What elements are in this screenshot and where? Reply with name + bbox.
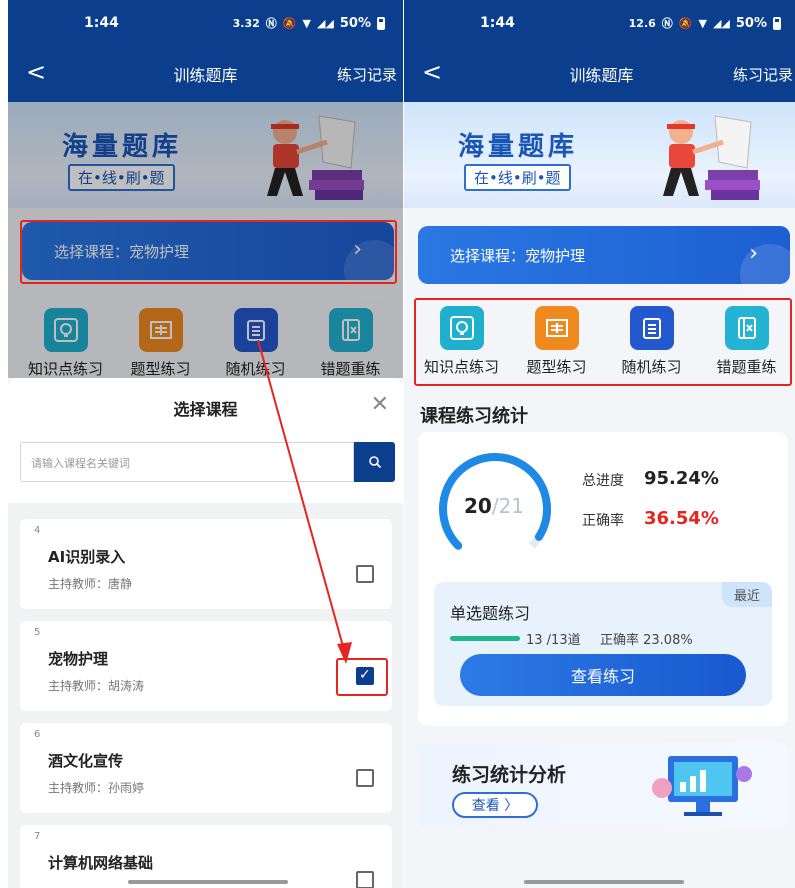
- chevron-left-icon[interactable]: <: [422, 58, 442, 86]
- course-checkbox[interactable]: [356, 565, 374, 583]
- course-teacher: 主持教师：胡涛涛: [48, 679, 145, 693]
- silent-icon: 🔕: [282, 16, 297, 30]
- recent-title: 单选题练习: [450, 604, 531, 623]
- course-name: 酒文化宣传: [48, 752, 124, 770]
- network-speed: 12.6: [628, 16, 656, 30]
- course-name: 宠物护理: [48, 650, 109, 668]
- recent-progress-bar: [450, 636, 520, 641]
- course-index: 5: [34, 627, 41, 638]
- banner: 海量题库 在•线•刷•题: [404, 102, 795, 208]
- course-checkbox[interactable]: [356, 769, 374, 787]
- status-icons: 3.32 Ⓝ 🔕 ▼ ◢◢ 50%: [233, 15, 385, 31]
- progress-value: 95.24%: [644, 468, 719, 489]
- course-name: AI识别录入: [48, 548, 126, 566]
- wifi-icon: ▼: [698, 16, 707, 30]
- highlight-box-practice-modes: [414, 298, 792, 386]
- nfc-icon: Ⓝ: [265, 17, 277, 30]
- home-indicator: [524, 880, 684, 884]
- banner-tagline: 在•线•刷•题: [464, 164, 571, 191]
- highlight-box-course-bar: [20, 220, 397, 284]
- banner-headline: 海量题库: [458, 132, 579, 162]
- page-title: 训练题库: [569, 66, 634, 85]
- nav-bar: < 训练题库 练习记录: [8, 46, 403, 102]
- done-count: 20: [464, 494, 492, 518]
- search-icon: [368, 456, 381, 469]
- practice-record-link[interactable]: 练习记录: [337, 64, 397, 85]
- student-illustration: [663, 115, 760, 200]
- recent-accuracy: 正确率 23.08%: [600, 633, 693, 648]
- status-time: 1:44: [84, 15, 119, 31]
- accuracy-value: 36.54%: [644, 508, 719, 529]
- battery-icon: [773, 16, 781, 30]
- signal-icon: ◢◢: [316, 16, 334, 30]
- highlight-box-checkbox: [336, 658, 388, 696]
- course-name: 计算机网络基础: [48, 854, 154, 872]
- course-item[interactable]: 7 计算机网络基础: [20, 825, 392, 888]
- analysis-title: 练习统计分析: [452, 764, 567, 786]
- course-selector-label: 选择课程：宠物护理: [450, 246, 586, 265]
- battery-percent: 50%: [735, 15, 767, 31]
- stats-card: 20/21 总进度 95.24% 正确率 36.54% 最近 单选题练习 13 …: [418, 432, 788, 726]
- battery-icon: [377, 16, 385, 30]
- silent-icon: 🔕: [678, 16, 693, 30]
- search-button[interactable]: [354, 442, 395, 482]
- analytics-illustration: [652, 756, 752, 816]
- wifi-icon: ▼: [302, 16, 311, 30]
- status-bar: 1:44 12.6 Ⓝ 🔕 ▼ ◢◢ 50%: [404, 0, 795, 46]
- home-indicator: [128, 880, 288, 884]
- decor-bubble: [740, 244, 795, 304]
- view-practice-button[interactable]: 查看练习: [460, 654, 746, 696]
- progress-label: 总进度: [582, 473, 624, 489]
- close-icon[interactable]: ✕: [371, 392, 389, 417]
- status-bar: 1:44 3.32 Ⓝ 🔕 ▼ ◢◢ 50%: [8, 0, 403, 46]
- chevron-left-icon[interactable]: <: [26, 58, 46, 86]
- status-icons: 12.6 Ⓝ 🔕 ▼ ◢◢ 50%: [629, 15, 781, 31]
- signal-icon: ◢◢: [712, 16, 730, 30]
- recent-practice-card: 最近 单选题练习 13 /13道 正确率 23.08% 查看练习: [434, 582, 772, 706]
- battery-percent: 50%: [339, 15, 371, 31]
- course-teacher: 主持教师：孙雨婷: [48, 781, 145, 795]
- page-title: 训练题库: [173, 66, 238, 85]
- practice-record-link[interactable]: 练习记录: [733, 64, 793, 85]
- right-phone-screen: 1:44 12.6 Ⓝ 🔕 ▼ ◢◢ 50% < 训练题库 练习记录 海量题库 …: [404, 0, 795, 888]
- course-index: 7: [34, 831, 41, 842]
- nav-bar: < 训练题库 练习记录: [404, 46, 795, 102]
- progress-count: 20/21: [464, 494, 524, 518]
- course-teacher: 主持教师：唐静: [48, 577, 133, 591]
- network-speed: 3.32: [232, 16, 260, 30]
- sheet-title: 选择课程: [173, 400, 238, 419]
- search-input[interactable]: 请输入课程名关键词: [20, 442, 354, 482]
- status-time: 1:44: [480, 15, 515, 31]
- analysis-card[interactable]: 练习统计分析 查看 〉: [418, 742, 788, 828]
- section-title: 课程练习统计: [420, 406, 528, 427]
- course-checkbox[interactable]: [356, 871, 374, 888]
- course-index: 4: [34, 525, 41, 536]
- analysis-view-button[interactable]: 查看 〉: [452, 792, 538, 818]
- recent-tag: 最近: [721, 582, 772, 607]
- recent-progress: 13 /13道: [526, 633, 581, 648]
- course-picker-sheet: 选择课程 ✕ 请输入课程名关键词 4 AI识别录入 主持教师：唐静 5 宠物护理…: [8, 378, 403, 888]
- course-item[interactable]: 6 酒文化宣传 主持教师：孙雨婷: [20, 723, 392, 813]
- nfc-icon: Ⓝ: [661, 17, 673, 30]
- accuracy-label: 正确率: [582, 513, 624, 529]
- course-selector-bar[interactable]: 选择课程：宠物护理 ›: [418, 226, 795, 304]
- total-count: /21: [491, 494, 525, 518]
- course-item[interactable]: 4 AI识别录入 主持教师：唐静: [20, 519, 392, 609]
- course-index: 6: [34, 729, 41, 740]
- left-phone-screen: 1:44 3.32 Ⓝ 🔕 ▼ ◢◢ 50% < 训练题库 练习记录 海量题库 …: [8, 0, 403, 888]
